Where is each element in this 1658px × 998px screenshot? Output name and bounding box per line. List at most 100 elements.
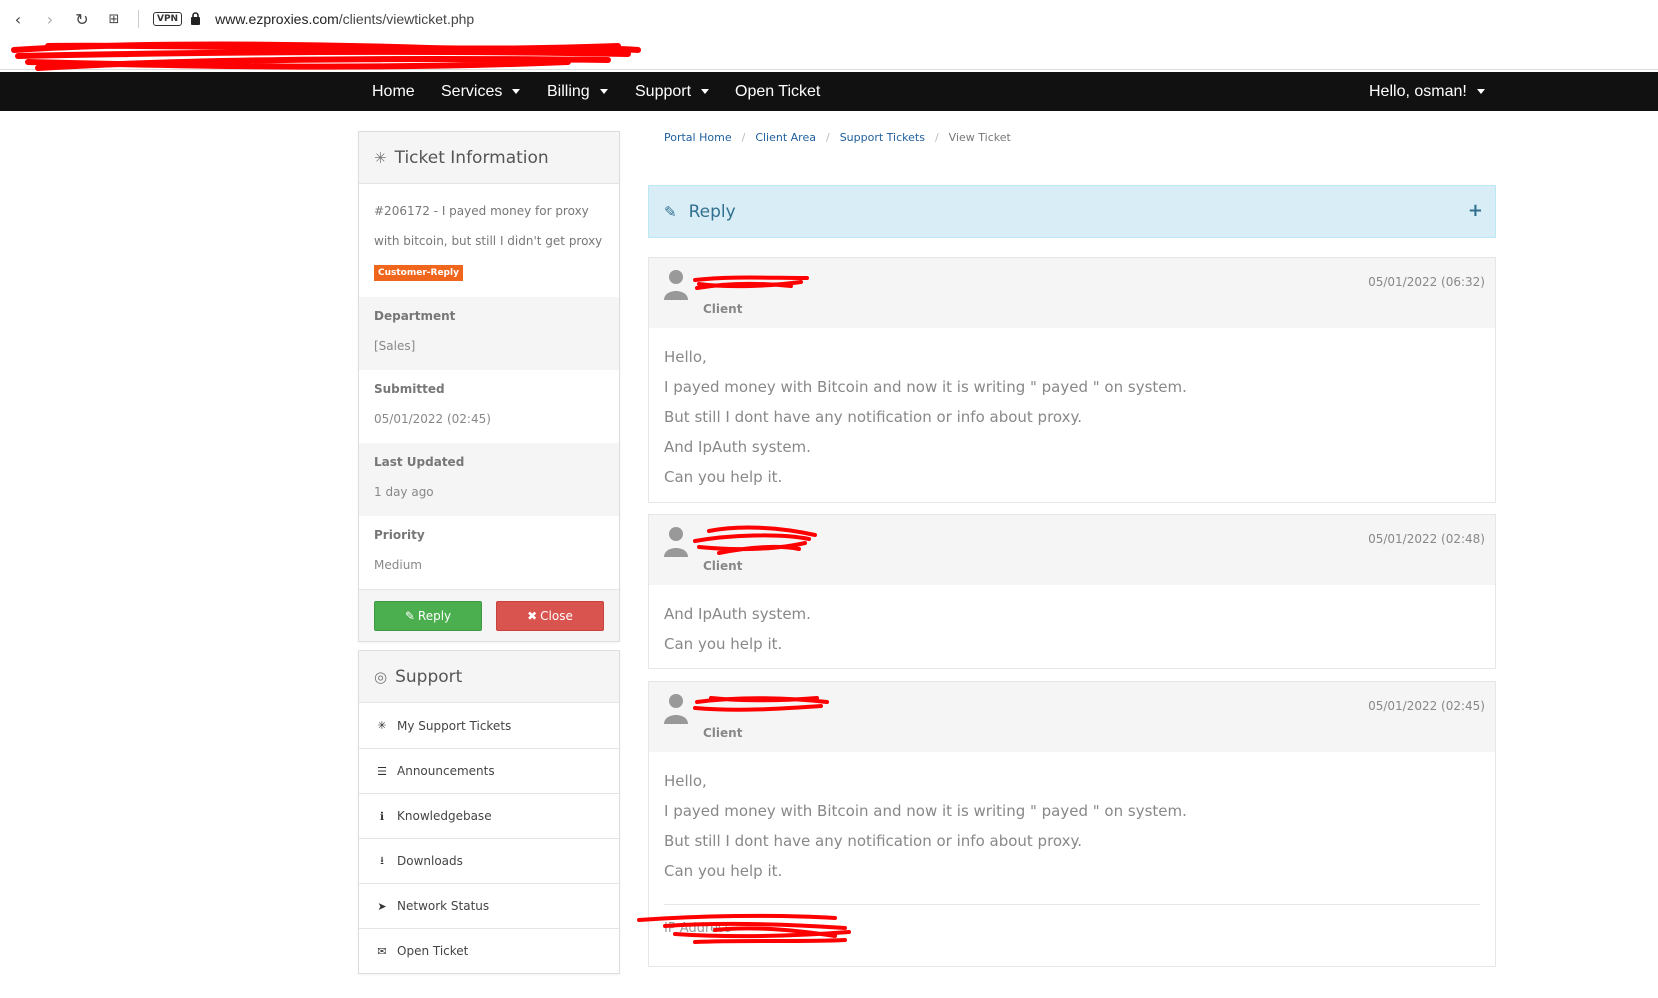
message-role: Client bbox=[703, 302, 743, 316]
ticket-subject-block: #206172 - I payed money for proxy with b… bbox=[359, 184, 619, 297]
nav-home[interactable]: Home bbox=[372, 83, 415, 101]
redaction-scribble bbox=[637, 913, 851, 944]
support-title: Support bbox=[395, 666, 463, 687]
sidebar-item-label: My Support Tickets bbox=[397, 718, 512, 733]
nav-support-label: Support bbox=[635, 82, 692, 100]
tabs-grid-icon[interactable]: ⊞ bbox=[100, 5, 128, 33]
reload-icon[interactable]: ↻ bbox=[68, 5, 96, 33]
status-badge: Customer-Reply bbox=[374, 265, 463, 281]
nav-billing[interactable]: Billing bbox=[547, 83, 608, 101]
message-line: And IpAuth system. bbox=[664, 438, 811, 456]
lock-icon[interactable] bbox=[190, 10, 201, 29]
last-updated-label: Last Updated bbox=[374, 455, 465, 469]
breadcrumb-client-area[interactable]: Client Area bbox=[755, 131, 816, 144]
avatar bbox=[664, 694, 688, 724]
sidebar-item-downloads[interactable]: ⭳ Downloads bbox=[359, 838, 619, 883]
close-icon: ✖ bbox=[527, 608, 538, 623]
toolbar-divider bbox=[138, 10, 139, 28]
submitted-label: Submitted bbox=[374, 382, 445, 396]
message-line: I payed money with Bitcoin and now it is… bbox=[664, 378, 1187, 396]
message-line: Hello, bbox=[664, 348, 707, 366]
sidebar-item-knowledgebase[interactable]: ℹ Knowledgebase bbox=[359, 793, 619, 838]
redaction-scribble bbox=[693, 696, 829, 712]
department-label: Department bbox=[374, 309, 456, 323]
ticket-actions: ✎ Reply ✖ Close bbox=[359, 589, 619, 641]
redaction-scribble bbox=[693, 525, 817, 555]
sidebar-item-network-status[interactable]: ➤ Network Status bbox=[359, 883, 619, 928]
breadcrumb-portal-home[interactable]: Portal Home bbox=[664, 131, 732, 144]
support-header: ◎ Support bbox=[359, 651, 619, 703]
message-role: Client bbox=[703, 726, 743, 740]
priority-value: Medium bbox=[374, 558, 422, 572]
ticket-subject: #206172 - I payed money for proxy with b… bbox=[374, 204, 603, 248]
message-date: 05/01/2022 (02:45) bbox=[1368, 699, 1485, 713]
sidebar-item-label: Announcements bbox=[397, 764, 495, 778]
breadcrumb-view-ticket: View Ticket bbox=[948, 131, 1011, 144]
vpn-badge[interactable]: VPN bbox=[153, 12, 183, 26]
plus-icon[interactable]: + bbox=[1468, 200, 1483, 221]
ticket-last-updated-row: Last Updated 1 day ago bbox=[359, 443, 619, 516]
close-button[interactable]: ✖ Close bbox=[496, 600, 604, 631]
url-path: /clients/viewticket.php bbox=[338, 11, 475, 27]
sidebar-item-label: Knowledgebase bbox=[397, 809, 492, 823]
message-body: And IpAuth system. Can you help it. bbox=[649, 585, 1495, 669]
forward-icon[interactable]: › bbox=[36, 5, 64, 33]
message-line: Can you help it. bbox=[664, 468, 783, 486]
bookmarks-bar bbox=[0, 38, 1658, 71]
nav-open-ticket-label: Open Ticket bbox=[735, 82, 821, 100]
sidebar-item-label: Network Status bbox=[397, 899, 490, 913]
breadcrumb-support-tickets[interactable]: Support Tickets bbox=[840, 131, 925, 144]
user-menu-label: Hello, osman! bbox=[1369, 82, 1467, 100]
priority-label: Priority bbox=[374, 528, 425, 542]
message-header: Client 05/01/2022 (02:48) bbox=[649, 515, 1495, 585]
sidebar-item-my-support-tickets[interactable]: ✳ My Support Tickets bbox=[359, 703, 619, 748]
message-line: But still I dont have any notification o… bbox=[664, 408, 1083, 426]
ticket-message: Client 05/01/2022 (06:32) Hello, I payed… bbox=[648, 257, 1496, 503]
rocket-icon: ➤ bbox=[377, 899, 387, 913]
chevron-down-icon bbox=[701, 89, 710, 94]
user-menu[interactable]: Hello, osman! bbox=[1369, 83, 1485, 101]
message-date: 05/01/2022 (02:48) bbox=[1368, 532, 1485, 546]
nav-services[interactable]: Services bbox=[441, 83, 521, 101]
sidebar-item-open-ticket[interactable]: ✉ Open Ticket bbox=[359, 928, 619, 973]
avatar bbox=[664, 270, 688, 300]
reply-button[interactable]: ✎ Reply bbox=[374, 600, 482, 631]
ticket-priority-row: Priority Medium bbox=[359, 516, 619, 589]
sidebar-item-announcements[interactable]: ☰ Announcements bbox=[359, 748, 619, 793]
back-icon[interactable]: ‹ bbox=[4, 5, 32, 33]
ticket-info-header: ✳ Ticket Information bbox=[359, 132, 619, 184]
ticket-message: Client 05/01/2022 (02:45) Hello, I payed… bbox=[637, 681, 1496, 967]
nav-home-label: Home bbox=[372, 82, 415, 100]
reply-panel-label: Reply bbox=[688, 201, 736, 222]
support-panel: ◎ Support ✳ My Support Tickets ☰ Announcem… bbox=[358, 650, 620, 974]
chevron-down-icon bbox=[1476, 89, 1485, 94]
department-value: [Sales] bbox=[374, 339, 416, 353]
chevron-down-icon bbox=[512, 89, 521, 94]
pencil-icon: ✎ bbox=[664, 202, 677, 221]
message-line: And IpAuth system. bbox=[664, 605, 811, 623]
main-navbar: Home Services Billing Support Open Ticke… bbox=[0, 72, 1658, 111]
message-header: Client 05/01/2022 (02:45) bbox=[649, 682, 1495, 752]
submitted-value: 05/01/2022 (02:45) bbox=[374, 412, 491, 426]
redaction-scribble bbox=[693, 275, 809, 290]
last-updated-value: 1 day ago bbox=[374, 485, 434, 499]
reply-panel-toggle[interactable]: ✎ Reply + bbox=[648, 185, 1496, 238]
nav-open-ticket[interactable]: Open Ticket bbox=[735, 83, 820, 101]
browser-toolbar: ‹ › ↻ ⊞ VPN www.ezproxies.com/clients/vi… bbox=[0, 0, 1658, 38]
info-icon: ℹ bbox=[379, 809, 385, 823]
redaction-scribble bbox=[11, 41, 641, 71]
ticket-info-title: Ticket Information bbox=[394, 147, 549, 168]
close-button-label: Close bbox=[540, 608, 573, 623]
message-line: I payed money with Bitcoin and now it is… bbox=[664, 802, 1187, 820]
message-body: Hello, I payed money with Bitcoin and no… bbox=[649, 328, 1495, 502]
message-role: Client bbox=[703, 559, 743, 573]
message-line: Can you help it. bbox=[664, 635, 783, 653]
address-bar[interactable]: www.ezproxies.com/clients/viewticket.php bbox=[215, 11, 474, 27]
ticket-submitted-row: Submitted 05/01/2022 (02:45) bbox=[359, 370, 619, 443]
comments-icon: ✉ bbox=[377, 944, 387, 958]
reply-button-label: Reply bbox=[417, 608, 452, 623]
breadcrumb-separator: / bbox=[825, 131, 830, 144]
nav-support[interactable]: Support bbox=[635, 82, 710, 101]
url-host: www.ezproxies.com bbox=[215, 11, 339, 27]
ticket-info-panel: ✳ Ticket Information #206172 - I payed m… bbox=[358, 131, 620, 642]
